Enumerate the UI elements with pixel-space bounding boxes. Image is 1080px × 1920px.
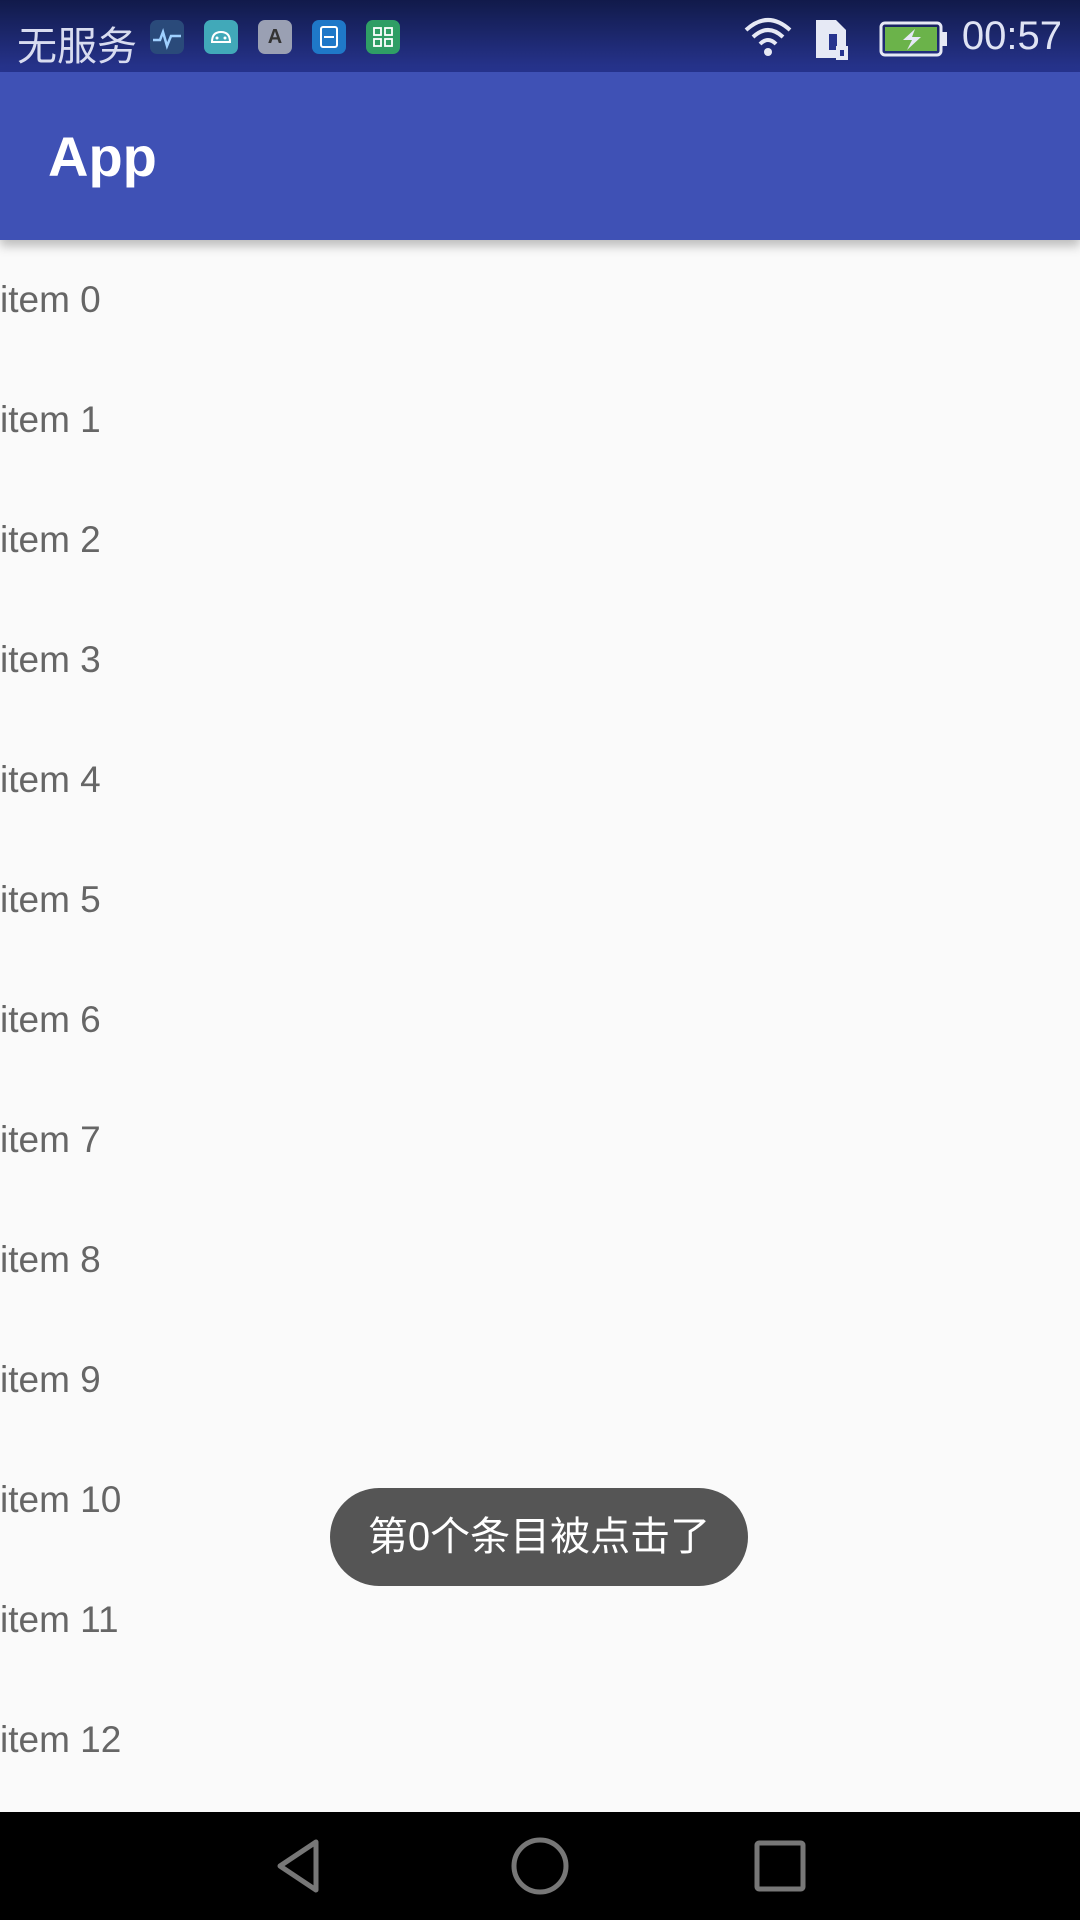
recents-icon[interactable]: [748, 1834, 812, 1898]
list-item[interactable]: item 2: [0, 480, 1080, 600]
toast-message: 第0个条目被点击了: [330, 1488, 748, 1586]
status-bar: 无服务 A 00:57: [0, 0, 1080, 72]
sim-card-icon: [812, 16, 852, 72]
list-item[interactable]: item 7: [0, 1080, 1080, 1200]
list-item[interactable]: item 5: [0, 840, 1080, 960]
battery-charging-icon: [879, 20, 949, 68]
list-item[interactable]: item 12: [0, 1680, 1080, 1800]
card-icon: [312, 20, 346, 54]
font-a-icon: A: [258, 20, 292, 54]
navigation-bar: [0, 1812, 1080, 1920]
back-icon[interactable]: [270, 1834, 334, 1898]
clock: 00:57: [961, 14, 1062, 58]
apps-grid-icon: [366, 20, 400, 54]
carrier-label: 无服务: [17, 25, 137, 69]
health-icon: [150, 20, 184, 54]
android-icon: [204, 20, 238, 54]
list-item[interactable]: item 3: [0, 600, 1080, 720]
app-title: App: [48, 125, 157, 188]
list-item[interactable]: item 9: [0, 1320, 1080, 1440]
list-item[interactable]: item 1: [0, 360, 1080, 480]
app-bar: App: [0, 72, 1080, 240]
list-item[interactable]: item 4: [0, 720, 1080, 840]
list-item[interactable]: item 0: [0, 240, 1080, 360]
wifi-icon: [742, 16, 794, 70]
list-item[interactable]: item 6: [0, 960, 1080, 1080]
list-item[interactable]: item 8: [0, 1200, 1080, 1320]
home-icon[interactable]: [508, 1834, 572, 1898]
